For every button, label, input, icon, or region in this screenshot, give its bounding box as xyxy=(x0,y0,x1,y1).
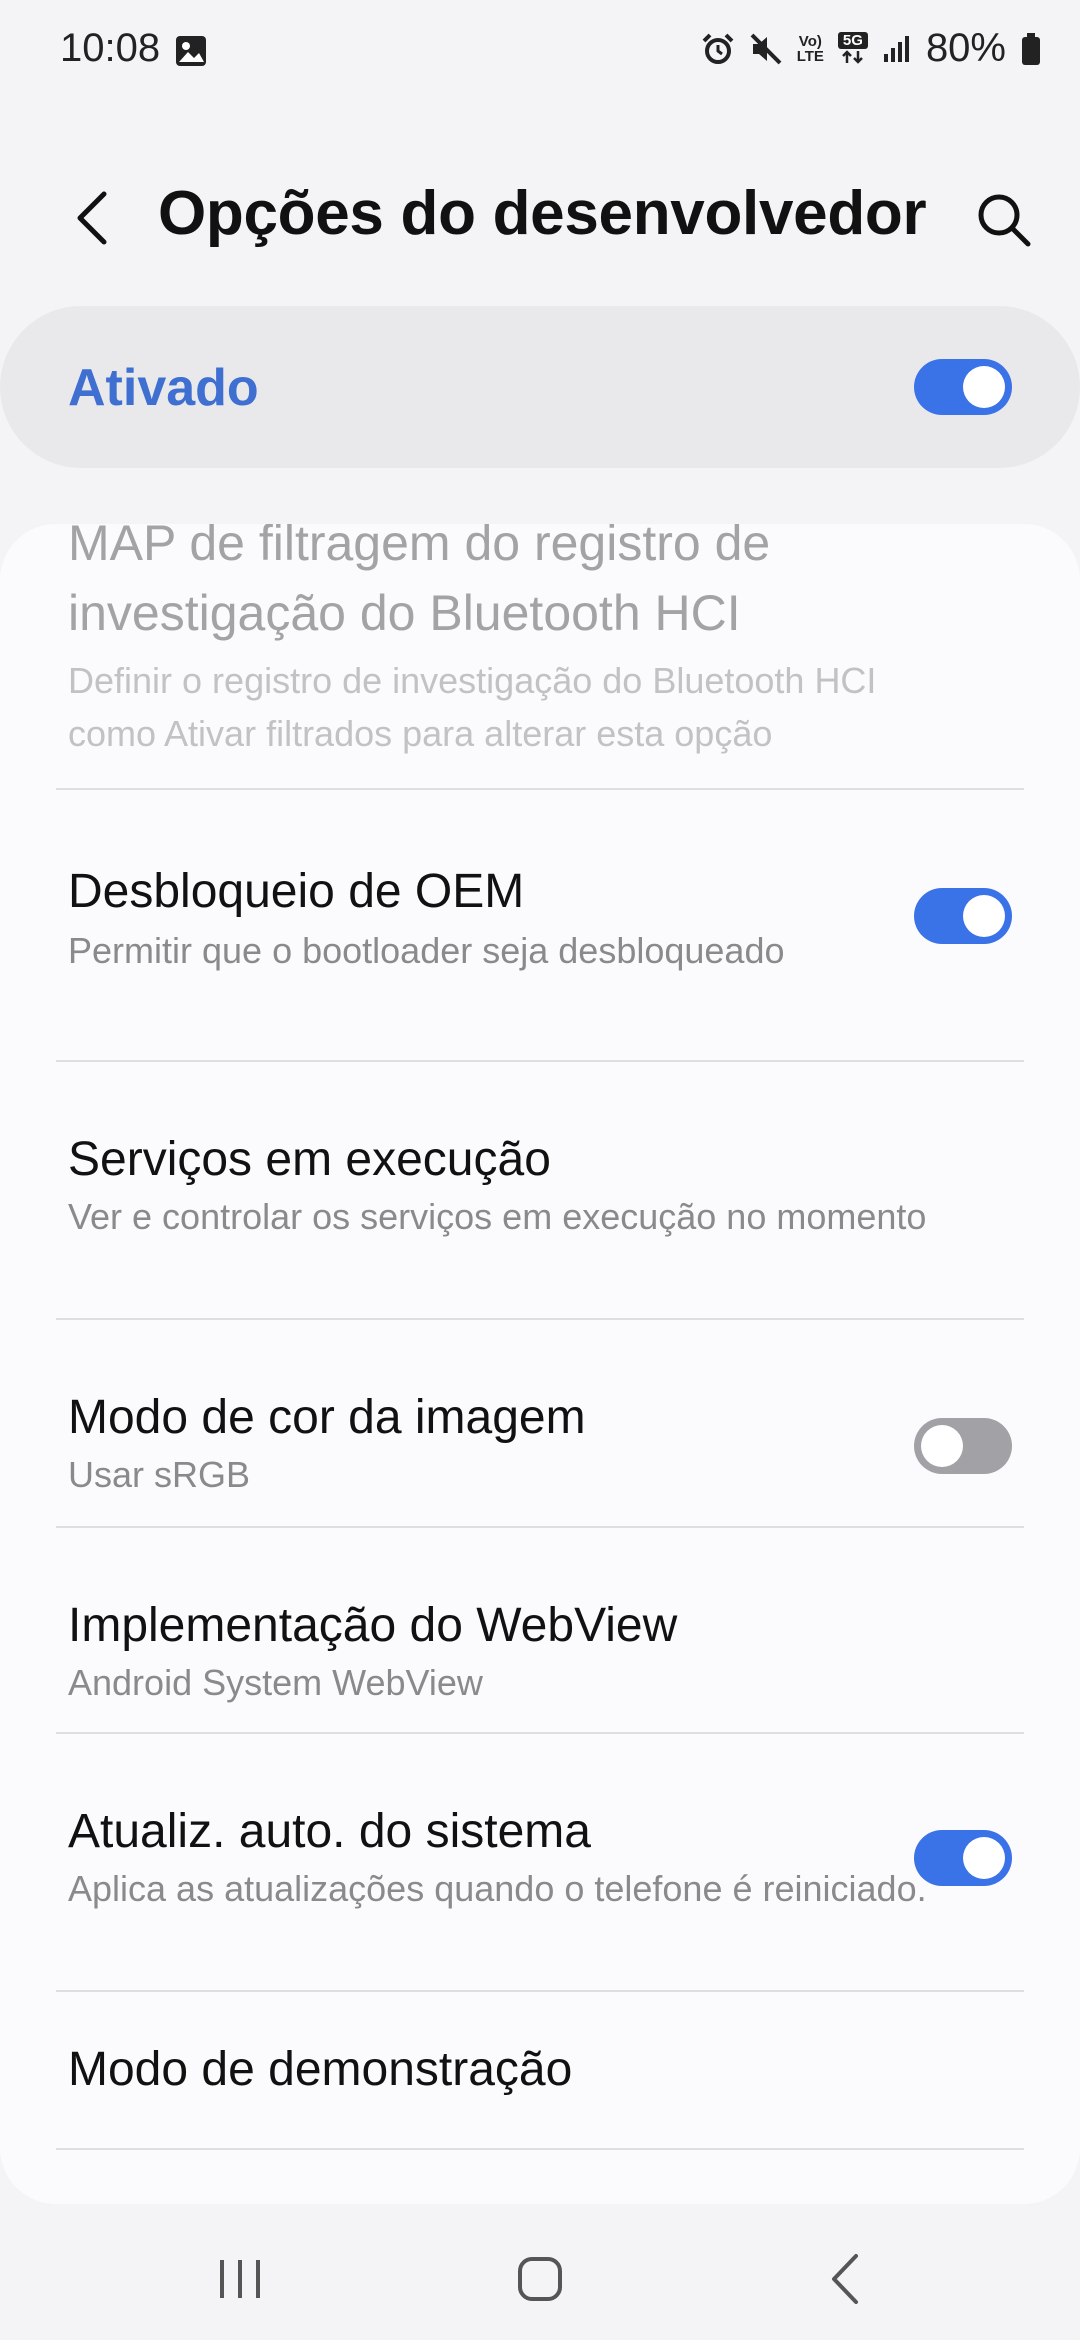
back-icon xyxy=(77,191,107,245)
alarm-icon xyxy=(701,32,735,66)
setting-item-oem-unlock[interactable]: Desbloqueio de OEM Permitir que o bootlo… xyxy=(0,790,1080,1060)
toggle-knob xyxy=(963,895,1005,937)
signal-icon xyxy=(882,34,912,64)
setting-title: MAP de filtragem do registro de investig… xyxy=(68,524,771,641)
divider xyxy=(56,2148,1024,2150)
setting-subtitle: Usar sRGB xyxy=(68,1454,251,1495)
setting-title: Serviços em execução xyxy=(68,1133,551,1186)
status-bar: 10:08 Vo) LTE 5G 80% xyxy=(0,0,1080,100)
toggle-knob xyxy=(921,1425,963,1467)
mute-icon xyxy=(749,32,783,66)
toggle-knob xyxy=(963,1837,1005,1879)
master-switch-card[interactable]: Ativado xyxy=(0,306,1080,468)
page-title: Opções do desenvolvedor xyxy=(158,179,927,248)
navigation-bar xyxy=(0,2210,1080,2340)
master-switch-toggle[interactable] xyxy=(914,359,1012,415)
setting-title: Modo de cor da imagem xyxy=(68,1391,586,1444)
settings-list: MAP de filtragem do registro de investig… xyxy=(0,524,1080,2204)
image-icon xyxy=(174,34,208,73)
oem-unlock-toggle[interactable] xyxy=(914,888,1012,944)
toggle-knob xyxy=(963,366,1005,408)
setting-item-demo-mode[interactable]: Modo de demonstração xyxy=(0,1992,1080,2148)
back-nav-button[interactable] xyxy=(806,2244,886,2314)
app-bar: Opções do desenvolvedor xyxy=(0,160,1080,280)
setting-title: Modo de demonstração xyxy=(68,2043,573,2096)
setting-subtitle: Aplica as atualizações quando o telefone… xyxy=(68,1868,927,1909)
setting-item-running-services[interactable]: Serviços em execução Ver e controlar os … xyxy=(0,1062,1080,1322)
search-button[interactable] xyxy=(972,188,1036,252)
setting-title: Atualiz. auto. do sistema xyxy=(68,1805,591,1858)
setting-subtitle: Ver e controlar os serviços em execução … xyxy=(68,1196,927,1237)
battery-icon xyxy=(1020,32,1042,66)
recents-button[interactable] xyxy=(200,2244,280,2314)
picture-color-mode-toggle[interactable] xyxy=(914,1418,1012,1474)
setting-item-webview-implementation[interactable]: Implementação do WebView Android System … xyxy=(0,1528,1080,1734)
search-icon xyxy=(978,194,1031,247)
back-nav-icon xyxy=(832,2254,858,2304)
setting-subtitle: Permitir que o bootloader seja desbloque… xyxy=(68,930,785,971)
status-icons: Vo) LTE 5G 80% xyxy=(701,26,1042,71)
setting-item-auto-system-update[interactable]: Atualiz. auto. do sistema Aplica as atua… xyxy=(0,1734,1080,1992)
setting-subtitle: Android System WebView xyxy=(68,1662,483,1703)
status-time: 10:08 xyxy=(60,26,161,70)
5g-icon: 5G xyxy=(837,32,868,65)
setting-title: Desbloqueio de OEM xyxy=(68,865,525,918)
auto-system-update-toggle[interactable] xyxy=(914,1830,1012,1886)
setting-subtitle: Definir o registro de investigação do Bl… xyxy=(68,660,877,754)
home-button[interactable] xyxy=(500,2244,580,2314)
setting-item-picture-color-mode[interactable]: Modo de cor da imagem Usar sRGB xyxy=(0,1320,1080,1526)
master-switch-label: Ativado xyxy=(68,359,259,417)
setting-title: Implementação do WebView xyxy=(68,1599,678,1652)
battery-percent: 80% xyxy=(925,26,1006,70)
setting-item-bt-hci-filter: MAP de filtragem do registro de investig… xyxy=(0,524,1080,788)
recents-icon xyxy=(220,2260,260,2298)
volte-icon: Vo) LTE xyxy=(796,32,824,65)
back-button[interactable] xyxy=(64,188,124,248)
home-icon xyxy=(518,2257,562,2301)
